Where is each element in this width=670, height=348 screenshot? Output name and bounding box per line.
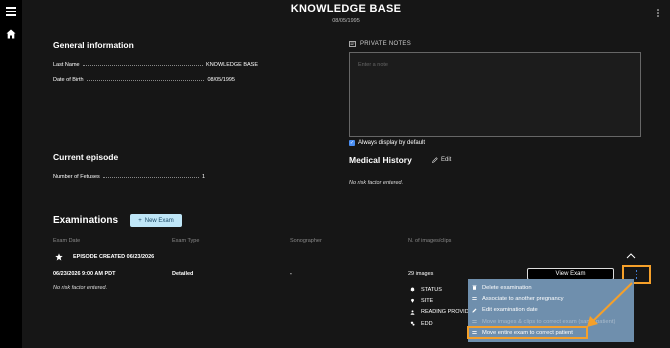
always-display-label: Always display by default: [358, 140, 426, 146]
medical-history-note: No risk factor entered.: [349, 180, 404, 186]
trash-icon: [472, 285, 477, 290]
menu-item-label: Move entire exam to correct patient: [482, 329, 573, 336]
dob-label: Date of Birth: [53, 77, 84, 83]
menu-item-delete-exam[interactable]: Delete examination: [468, 282, 634, 293]
fetuses-value: 1: [201, 174, 205, 180]
always-display-checkbox[interactable]: ✓: [349, 140, 355, 146]
medical-history-edit-button[interactable]: Edit: [432, 157, 451, 163]
link-icon: [472, 297, 477, 301]
hamburger-menu-icon[interactable]: [6, 7, 16, 16]
main-panel: KNOWLEDGE BASE 08/05/1995 General inform…: [22, 0, 670, 348]
move-icon: [472, 331, 477, 335]
left-nav-bar: [0, 0, 22, 348]
page-subtitle-date: 08/05/1995: [332, 18, 360, 24]
plus-icon: +: [138, 217, 142, 224]
exam-risk-note: No risk factor entered.: [53, 285, 108, 291]
more-options-icon[interactable]: [656, 9, 660, 19]
fetuses-label: Number of Fetuses: [53, 174, 100, 180]
dotted-leader: [86, 79, 205, 81]
reading-provider-label: READING PROVIDE: [421, 309, 473, 316]
last-name-row: Last Name KNOWLEDGE BASE: [53, 62, 258, 68]
episode-header: EPISODE CREATED 06/23/2026: [55, 253, 154, 261]
pencil-icon: [472, 308, 477, 313]
menu-item-label: Associate to another pregnancy: [482, 295, 564, 302]
images-count-cell: 29 images: [408, 271, 434, 277]
current-episode-title: Current episode: [53, 152, 119, 162]
person-icon: [410, 310, 415, 315]
exam-options-menu: Delete examination Associate to another …: [467, 279, 634, 342]
menu-item-edit-date[interactable]: Edit examination date: [468, 305, 634, 316]
exam-date-cell: 06/23/2026 9:00 AM PDT: [53, 271, 116, 277]
move-icon: [472, 320, 477, 323]
chevron-up-icon[interactable]: [626, 252, 636, 260]
column-header-sonographer: Sonographer: [290, 238, 322, 244]
menu-item-associate-pregnancy[interactable]: Associate to another pregnancy: [468, 293, 634, 304]
fetuses-row: Number of Fetuses 1: [53, 174, 205, 180]
pencil-icon: [432, 157, 438, 163]
episode-label: EPISODE CREATED 06/23/2026: [73, 254, 155, 260]
new-exam-button[interactable]: + New Exam: [130, 214, 182, 227]
column-header-images: N. of images/clips: [408, 238, 452, 244]
private-notes-header: PRIVATE NOTES: [349, 41, 411, 47]
bell-icon: [410, 287, 415, 292]
menu-item-label: Delete examination: [482, 284, 532, 291]
status-label: STATUS: [421, 286, 442, 293]
menu-item-label: Move images & clips to correct exam (sam…: [482, 318, 616, 325]
kebab-icon: [624, 270, 649, 279]
menu-item-move-exam[interactable]: Move entire exam to correct patient: [467, 326, 588, 340]
private-notes-input[interactable]: [350, 53, 640, 136]
exam-status-list: STATUS SITE READING PROVIDE EDD: [410, 284, 472, 329]
general-info-title: General information: [53, 40, 134, 50]
dob-row: Date of Birth 08/05/1995: [53, 77, 235, 83]
exam-type-cell: Detailed: [172, 271, 194, 277]
medical-history-title: Medical History: [349, 155, 412, 165]
page-title: KNOWLEDGE BASE: [290, 3, 402, 15]
menu-item-move-images: Move images & clips to correct exam (sam…: [468, 316, 634, 327]
edd-item: EDD: [410, 318, 472, 329]
location-pin-icon: [411, 299, 414, 304]
site-item: SITE: [410, 295, 472, 306]
dotted-leader: [102, 176, 199, 178]
examinations-title: Examinations: [53, 215, 119, 226]
menu-item-label: Edit examination date: [482, 307, 538, 314]
site-label: SITE: [421, 297, 434, 304]
baby-icon: [410, 321, 415, 326]
dotted-leader: [82, 64, 204, 66]
private-notes-label: PRIVATE NOTES: [360, 41, 412, 47]
edit-label: Edit: [441, 157, 452, 163]
edd-label: EDD: [421, 320, 433, 327]
star-icon: [55, 253, 63, 261]
new-exam-label: New Exam: [144, 217, 174, 224]
dob-value: 08/05/1995: [207, 77, 235, 83]
sonographer-cell: -: [290, 271, 292, 277]
last-name-label: Last Name: [53, 62, 80, 68]
column-header-exam-date: Exam Date: [53, 238, 81, 244]
reading-provider-item: READING PROVIDE: [410, 307, 472, 318]
home-icon[interactable]: [6, 29, 16, 39]
last-name-value: KNOWLEDGE BASE: [206, 62, 258, 68]
note-icon: [349, 41, 356, 47]
column-header-exam-type: Exam Type: [172, 238, 200, 244]
private-notes-box: [349, 52, 641, 137]
status-item: STATUS: [410, 284, 472, 295]
always-display-option[interactable]: ✓ Always display by default: [349, 140, 425, 146]
